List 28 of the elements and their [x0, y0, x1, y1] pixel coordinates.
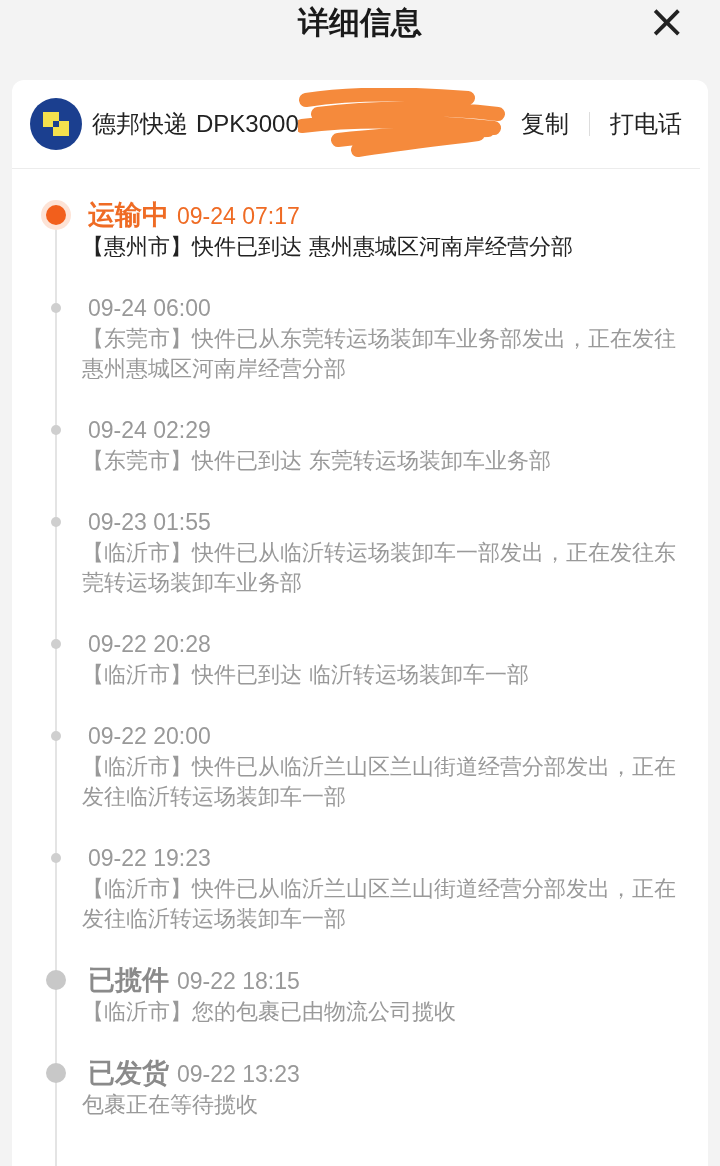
event-description: 【临沂市】快件已从临沂转运场装卸车一部发出，正在发往东莞转运场装卸车业务部 — [82, 539, 677, 597]
event-time: 09-22 20:28 — [88, 630, 211, 659]
event-description: 【东莞市】快件已到达 东莞转运场装卸车业务部 — [82, 447, 552, 475]
event-time: 09-22 19:23 — [88, 844, 211, 873]
event-description: 【临沂市】您的包裹已由物流公司揽收 — [82, 998, 457, 1026]
event-description: 【临沂市】快件已从临沂兰山区兰山街道经营分部发出，正在发往临沂转运场装卸车一部 — [82, 875, 677, 933]
page-title: 详细信息 — [298, 3, 422, 42]
call-button[interactable]: 打电话 — [610, 108, 682, 140]
event-description: 【临沂市】快件已到达 临沂转运场装卸车一部 — [82, 661, 530, 689]
status-label: 已发货 — [88, 1057, 169, 1089]
event-description: 【惠州市】快件已到达 惠州惠城区河南岸经营分部 — [82, 233, 574, 261]
copy-button[interactable]: 复制 — [521, 108, 569, 140]
event-time: 09-23 01:55 — [88, 508, 211, 537]
event-description: 【临沂市】快件已从临沂兰山区兰山街道经营分部发出，正在发往临沂转运场装卸车一部 — [82, 753, 677, 811]
event-time: 09-22 20:00 — [88, 722, 211, 751]
logo-icon — [30, 98, 82, 150]
status-label: 运输中 — [88, 199, 169, 231]
event-time: 09-24 02:29 — [88, 416, 211, 445]
carrier-name: 德邦快递 — [92, 109, 188, 140]
event-description: 【东莞市】快件已从东莞转运场装卸车业务部发出，正在发往惠州惠城区河南岸经营分部 — [82, 325, 677, 383]
close-button[interactable]: × — [643, 0, 690, 50]
event-time: 09-24 06:00 — [88, 294, 211, 323]
event-time: 09-22 18:15 — [177, 967, 300, 996]
event-time: 09-24 07:17 — [177, 202, 300, 231]
status-label: 已揽件 — [88, 964, 169, 996]
event-time: 09-22 13:23 — [177, 1060, 300, 1089]
tracking-number: DPK3000 — [196, 110, 299, 138]
event-description: 包裹正在等待揽收 — [82, 1091, 259, 1119]
